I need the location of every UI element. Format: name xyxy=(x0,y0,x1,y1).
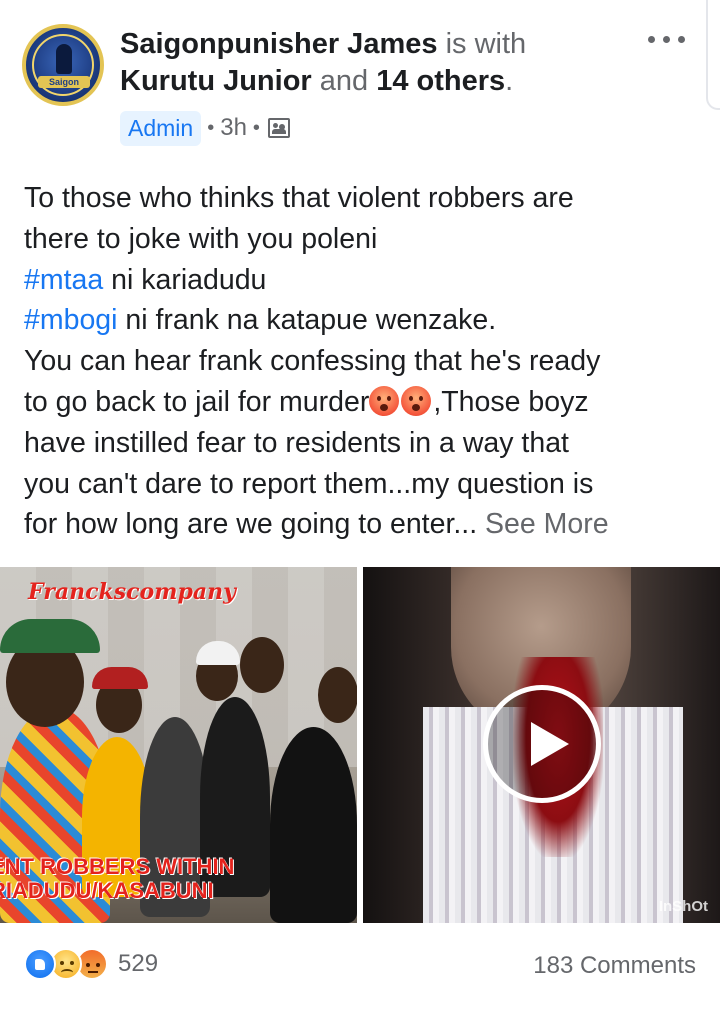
author-line: Saigonpunisher James is with xyxy=(120,26,640,62)
group-photo-icon[interactable] xyxy=(267,118,290,138)
post-text-fragment: to go back to jail for murder xyxy=(24,385,370,418)
post-text-fragment: ,Those boyz xyxy=(433,385,589,418)
post-meta: Admin • 3h • xyxy=(120,108,290,148)
person-head xyxy=(318,667,357,723)
post-text-line: for how long are we going to enter... Se… xyxy=(24,504,704,545)
separator-dot: • xyxy=(252,116,260,139)
video-watermark: InShOt xyxy=(658,898,708,915)
hashtag-link[interactable]: #mbogi xyxy=(24,304,117,336)
caption-line: ENT ROBBERS WITHIN xyxy=(0,854,235,879)
photo-overlay-caption: ENT ROBBERS WITHIN RIADUDU/KASABUNI xyxy=(0,855,234,903)
like-reaction-icon xyxy=(24,948,56,980)
separator-dot: • xyxy=(207,116,215,139)
post-time[interactable]: 3h xyxy=(220,114,247,142)
post-text-line: there to joke with you poleni xyxy=(24,222,378,255)
more-options-icon-dot xyxy=(663,36,670,43)
caption-line: RIADUDU/KASABUNI xyxy=(0,878,214,903)
person-figure xyxy=(270,727,357,923)
tagged-person[interactable]: Kurutu Junior xyxy=(120,65,312,97)
hot-face-emoji-icon xyxy=(369,385,400,416)
hot-face-emoji-icon xyxy=(401,385,432,416)
photo-overlay-title: Franckscompany xyxy=(28,579,236,605)
more-options-button[interactable] xyxy=(646,24,690,54)
post-text-line: #mtaa ni kariadudu xyxy=(24,260,704,301)
author-name[interactable]: Saigonpunisher James xyxy=(120,28,438,60)
post-footer: 529 183 Comments xyxy=(0,940,720,996)
post-text-fragment: for how long are we going to enter... xyxy=(24,508,486,541)
post-text-line: to go back to jail for murder ,Those boyz xyxy=(24,382,704,423)
comments-count-link[interactable]: 183 Comments xyxy=(533,952,696,980)
reaction-count: 529 xyxy=(118,950,159,977)
person-cap xyxy=(92,667,148,689)
photo-thumbnail[interactable]: Franckscompany ENT ROBBERS WITHIN RIADUD… xyxy=(0,567,357,923)
tagged-others[interactable]: 14 others xyxy=(376,65,505,97)
video-thumbnail[interactable]: InShOt xyxy=(363,567,720,923)
post-body: To those who thinks that violent robbers… xyxy=(24,178,704,545)
more-options-icon-dot xyxy=(678,36,685,43)
post-text-line: #mbogi ni frank na katapue wenzake. xyxy=(24,300,704,341)
with-text: is with xyxy=(445,28,527,60)
post-text-line: you can't dare to report them...my quest… xyxy=(24,467,594,500)
hashtag-link[interactable]: #mtaa xyxy=(24,264,103,296)
tagged-line: Kurutu Junior and 14 others. xyxy=(120,63,640,99)
avatar-banner-text: Saigon xyxy=(38,76,90,88)
post-media: Franckscompany ENT ROBBERS WITHIN RIADUD… xyxy=(0,567,720,923)
admin-badge[interactable]: Admin xyxy=(120,110,202,146)
post-text-fragment: ni frank na katapue wenzake. xyxy=(117,304,497,337)
more-options-icon xyxy=(648,36,655,43)
person-head xyxy=(240,637,284,693)
post-text-line: To those who thinks that violent robbers… xyxy=(24,182,574,214)
reactions-summary[interactable]: 529 xyxy=(24,948,158,980)
person-cap xyxy=(0,619,100,653)
author-avatar[interactable]: Saigon xyxy=(22,24,104,106)
and-text: and xyxy=(319,65,369,97)
post-text-fragment: ni kariadudu xyxy=(103,263,267,296)
post-text-line: have instilled fear to residents in a wa… xyxy=(24,426,569,459)
see-more-link[interactable]: See More xyxy=(485,508,609,540)
post-text-line: You can hear frank confessing that he's … xyxy=(24,345,601,378)
post-header: Saigon Saigonpunisher James is with Kuru… xyxy=(0,0,720,160)
avatar-figure xyxy=(56,44,72,74)
period: . xyxy=(505,65,514,97)
play-icon[interactable] xyxy=(483,685,601,803)
